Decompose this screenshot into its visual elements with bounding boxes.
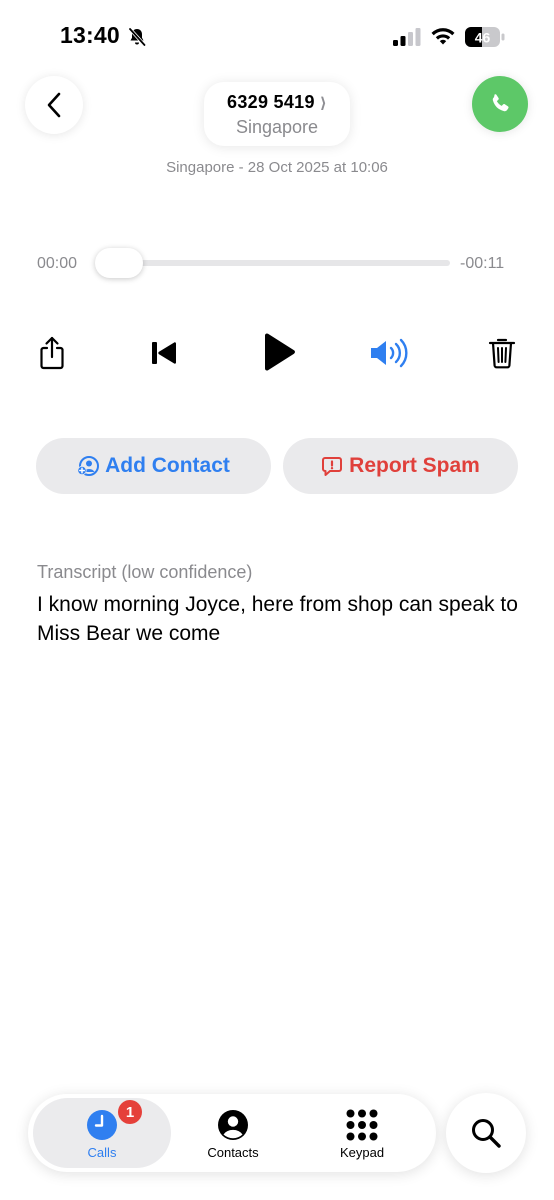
add-contact-button[interactable]: Add Contact <box>36 438 271 494</box>
report-spam-button[interactable]: Report Spam <box>283 438 518 494</box>
wifi-icon <box>431 28 455 45</box>
call-back-button[interactable] <box>472 76 528 132</box>
clock-icon <box>87 1110 117 1140</box>
playback-scrubber-thumb[interactable] <box>95 248 143 278</box>
transcript-text: I know morning Joyce, here from shop can… <box>37 593 518 645</box>
tab-bar: 1 Calls Contacts Keypad <box>28 1094 436 1172</box>
elapsed-time: 00:00 <box>37 255 78 272</box>
tab-calls[interactable]: 1 Calls <box>33 1098 171 1168</box>
phone-icon <box>492 94 509 112</box>
tab-calls-label: Calls <box>87 1145 117 1160</box>
person-circle-icon <box>218 1110 248 1140</box>
skip-back-icon <box>152 342 176 364</box>
search-icon <box>472 1119 501 1148</box>
tab-keypad-label: Keypad <box>339 1145 385 1160</box>
play-button[interactable] <box>258 330 300 374</box>
report-spam-label: Report Spam <box>349 454 480 477</box>
exclamation-bubble-icon <box>322 457 343 476</box>
caller-number-row: 6329 5419 ⟩ <box>204 92 350 113</box>
add-person-icon <box>77 456 100 476</box>
caller-details-button[interactable]: 6329 5419 ⟩ Singapore <box>204 82 350 146</box>
share-icon <box>40 336 64 370</box>
playback-scrubber-track[interactable] <box>110 260 450 266</box>
trash-icon <box>488 338 516 369</box>
keypad-icon <box>346 1109 378 1141</box>
back-button[interactable] <box>25 76 83 134</box>
speaker-icon <box>371 338 408 368</box>
tab-contacts-label: Contacts <box>207 1145 259 1160</box>
call-date-info: Singapore - 28 Oct 2025 at 10:06 <box>166 159 388 176</box>
delete-button[interactable] <box>486 334 518 372</box>
tab-contacts[interactable]: Contacts <box>168 1098 298 1168</box>
transcript-label: Transcript (low confidence) <box>37 562 253 582</box>
remaining-time: -00:11 <box>460 255 505 272</box>
status-time: 13:40 <box>60 22 120 48</box>
caller-number: 6329 5419 <box>227 92 315 112</box>
caller-location: Singapore <box>235 117 319 137</box>
battery-icon: 46 <box>465 27 505 47</box>
chevron-left-icon <box>47 92 61 118</box>
skip-back-button[interactable] <box>148 337 180 369</box>
add-contact-label: Add Contact <box>105 454 230 477</box>
bell-slash-icon <box>128 27 146 47</box>
share-button[interactable] <box>35 334 69 372</box>
play-icon <box>265 333 295 371</box>
speaker-button[interactable] <box>368 337 412 369</box>
cellular-signal-icon <box>393 28 421 46</box>
battery-level: 46 <box>475 30 491 46</box>
tab-keypad[interactable]: Keypad <box>298 1098 426 1168</box>
search-button[interactable] <box>446 1093 526 1173</box>
missed-calls-badge: 1 <box>118 1100 142 1124</box>
chevron-right-icon: ⟩ <box>319 95 327 112</box>
